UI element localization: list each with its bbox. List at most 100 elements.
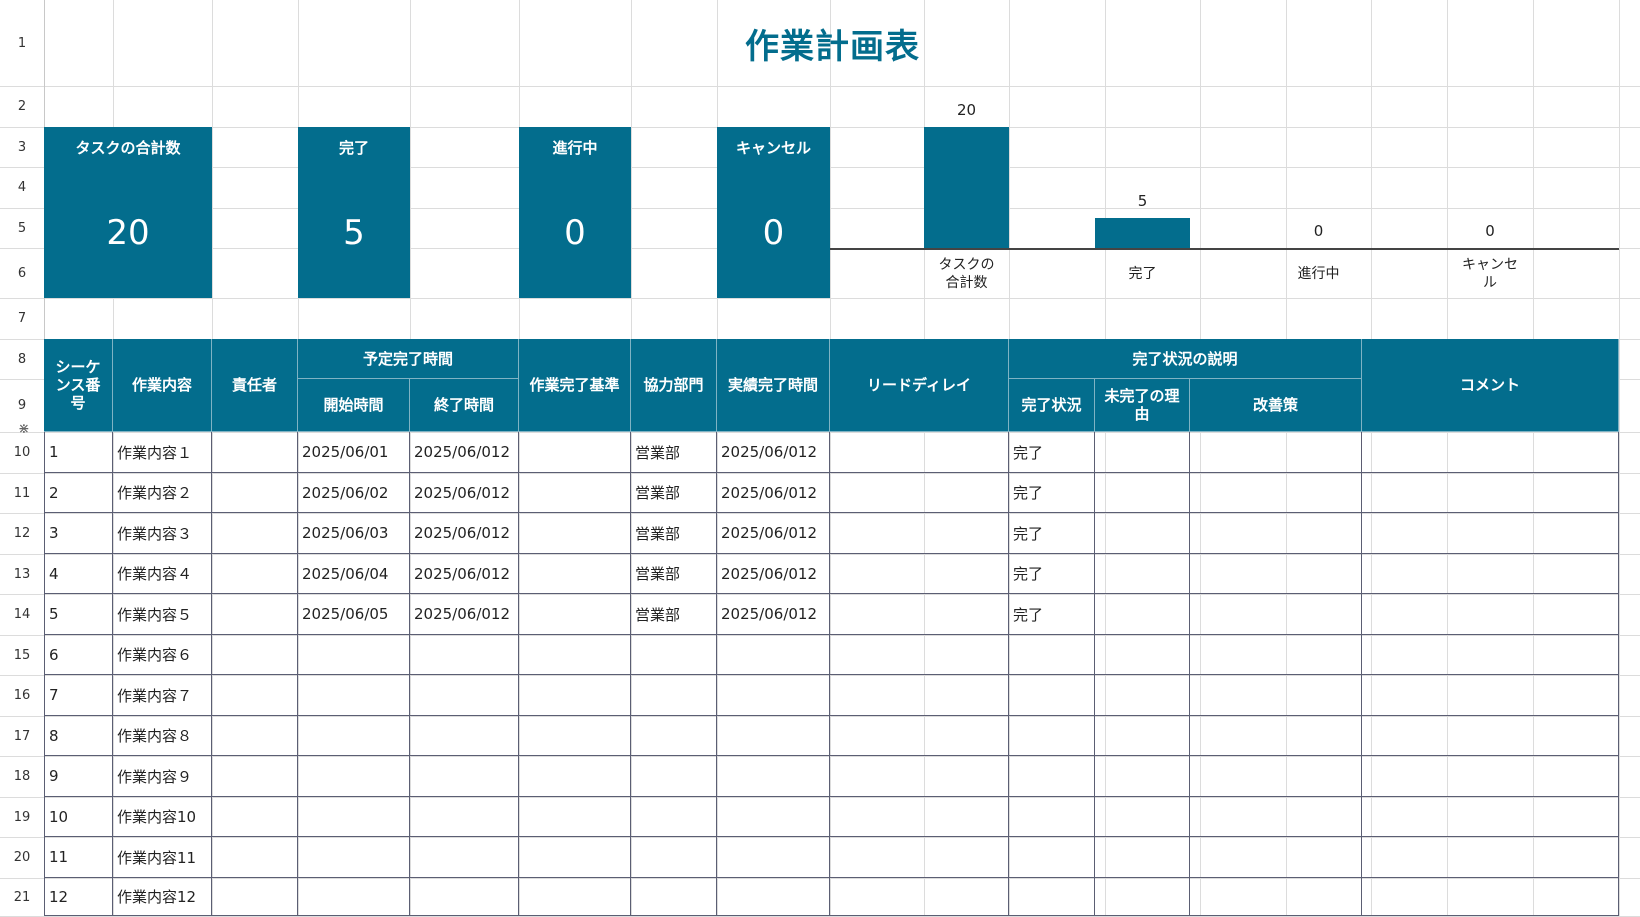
row-number[interactable]: 10 bbox=[0, 432, 44, 473]
row-number[interactable]: 14 bbox=[0, 594, 44, 635]
table-cell-criteria[interactable] bbox=[519, 432, 631, 473]
table-cell-actual[interactable] bbox=[717, 675, 830, 716]
table-cell-improve[interactable] bbox=[1190, 513, 1362, 554]
table-cell-end[interactable]: 2025/06/012 bbox=[410, 594, 519, 635]
table-cell-reason[interactable] bbox=[1095, 635, 1190, 675]
table-cell-reason[interactable] bbox=[1095, 432, 1190, 473]
table-cell-dept[interactable]: 営業部 bbox=[631, 554, 717, 594]
table-cell-criteria[interactable] bbox=[519, 756, 631, 797]
table-cell-end[interactable]: 2025/06/012 bbox=[410, 432, 519, 473]
table-cell-status[interactable] bbox=[1009, 878, 1095, 916]
table-cell-dept[interactable] bbox=[631, 878, 717, 916]
header-end-time[interactable]: 終了時間 bbox=[410, 379, 519, 432]
table-cell-status[interactable]: 完了 bbox=[1009, 554, 1095, 594]
table-cell-content[interactable]: 作業内容12 bbox=[113, 878, 212, 916]
table-cell-start[interactable] bbox=[298, 797, 410, 837]
table-cell-seq[interactable]: 10 bbox=[44, 797, 113, 837]
row-number[interactable]: 12 bbox=[0, 513, 44, 554]
table-cell-comment[interactable] bbox=[1362, 635, 1619, 675]
table-cell-criteria[interactable] bbox=[519, 797, 631, 837]
table-cell-content[interactable]: 作業内容７ bbox=[113, 675, 212, 716]
row-number[interactable]: 13 bbox=[0, 554, 44, 594]
table-cell-reason[interactable] bbox=[1095, 513, 1190, 554]
table-cell-comment[interactable] bbox=[1362, 716, 1619, 756]
table-cell-start[interactable]: 2025/06/01 bbox=[298, 432, 410, 473]
table-cell-end[interactable] bbox=[410, 878, 519, 916]
table-cell-owner[interactable] bbox=[212, 554, 298, 594]
table-cell-end[interactable]: 2025/06/012 bbox=[410, 473, 519, 513]
table-cell-lead[interactable] bbox=[830, 878, 1009, 916]
table-cell-dept[interactable] bbox=[631, 837, 717, 878]
table-cell-lead[interactable] bbox=[830, 635, 1009, 675]
table-cell-comment[interactable] bbox=[1362, 432, 1619, 473]
table-cell-comment[interactable] bbox=[1362, 513, 1619, 554]
table-cell-criteria[interactable] bbox=[519, 554, 631, 594]
row-number[interactable]: 18 bbox=[0, 756, 44, 797]
table-cell-criteria[interactable] bbox=[519, 675, 631, 716]
table-cell-reason[interactable] bbox=[1095, 837, 1190, 878]
table-cell-start[interactable] bbox=[298, 837, 410, 878]
header-comment[interactable]: コメント bbox=[1362, 339, 1619, 432]
table-cell-end[interactable]: 2025/06/012 bbox=[410, 554, 519, 594]
table-cell-seq[interactable]: 6 bbox=[44, 635, 113, 675]
row-number[interactable]: 3 bbox=[0, 127, 44, 167]
table-cell-comment[interactable] bbox=[1362, 594, 1619, 635]
row-number[interactable]: 1 bbox=[0, 0, 44, 86]
table-cell-owner[interactable] bbox=[212, 594, 298, 635]
table-cell-status[interactable]: 完了 bbox=[1009, 432, 1095, 473]
table-cell-content[interactable]: 作業内容９ bbox=[113, 756, 212, 797]
table-cell-owner[interactable] bbox=[212, 716, 298, 756]
table-cell-comment[interactable] bbox=[1362, 473, 1619, 513]
header-lead-delay[interactable]: リードディレイ bbox=[830, 339, 1009, 432]
header-sequence-number[interactable]: シーケ ンス番号 bbox=[44, 339, 113, 432]
table-cell-seq[interactable]: 11 bbox=[44, 837, 113, 878]
sheet-title[interactable]: 作業計画表 bbox=[45, 0, 1620, 86]
table-cell-end[interactable] bbox=[410, 675, 519, 716]
table-cell-actual[interactable]: 2025/06/012 bbox=[717, 554, 830, 594]
header-start-time[interactable]: 開始時間 bbox=[298, 379, 410, 432]
table-cell-lead[interactable] bbox=[830, 756, 1009, 797]
table-cell-seq[interactable]: 1 bbox=[44, 432, 113, 473]
table-cell-content[interactable]: 作業内容８ bbox=[113, 716, 212, 756]
table-cell-lead[interactable] bbox=[830, 716, 1009, 756]
table-cell-owner[interactable] bbox=[212, 797, 298, 837]
table-cell-improve[interactable] bbox=[1190, 797, 1362, 837]
table-cell-reason[interactable] bbox=[1095, 554, 1190, 594]
table-cell-content[interactable]: 作業内容３ bbox=[113, 513, 212, 554]
table-cell-lead[interactable] bbox=[830, 513, 1009, 554]
table-cell-content[interactable]: 作業内容５ bbox=[113, 594, 212, 635]
table-cell-content[interactable]: 作業内容10 bbox=[113, 797, 212, 837]
table-cell-seq[interactable]: 2 bbox=[44, 473, 113, 513]
table-cell-seq[interactable]: 8 bbox=[44, 716, 113, 756]
table-cell-status[interactable]: 完了 bbox=[1009, 513, 1095, 554]
table-cell-start[interactable] bbox=[298, 635, 410, 675]
table-cell-status[interactable] bbox=[1009, 635, 1095, 675]
table-cell-criteria[interactable] bbox=[519, 837, 631, 878]
table-cell-criteria[interactable] bbox=[519, 594, 631, 635]
header-status-description[interactable]: 完了状況の説明 bbox=[1009, 339, 1362, 379]
table-cell-dept[interactable]: 営業部 bbox=[631, 432, 717, 473]
header-owner[interactable]: 責任者 bbox=[212, 339, 298, 432]
table-cell-lead[interactable] bbox=[830, 432, 1009, 473]
table-cell-start[interactable]: 2025/06/03 bbox=[298, 513, 410, 554]
table-cell-status[interactable] bbox=[1009, 756, 1095, 797]
table-cell-comment[interactable] bbox=[1362, 675, 1619, 716]
table-cell-improve[interactable] bbox=[1190, 432, 1362, 473]
table-cell-reason[interactable] bbox=[1095, 473, 1190, 513]
table-cell-dept[interactable] bbox=[631, 797, 717, 837]
table-cell-start[interactable]: 2025/06/02 bbox=[298, 473, 410, 513]
table-cell-content[interactable]: 作業内容11 bbox=[113, 837, 212, 878]
table-cell-actual[interactable]: 2025/06/012 bbox=[717, 513, 830, 554]
table-cell-status[interactable] bbox=[1009, 675, 1095, 716]
table-cell-improve[interactable] bbox=[1190, 837, 1362, 878]
header-incomplete-reason[interactable]: 未完了の理由 bbox=[1095, 379, 1190, 432]
table-cell-actual[interactable]: 2025/06/012 bbox=[717, 473, 830, 513]
table-cell-content[interactable]: 作業内容１ bbox=[113, 432, 212, 473]
table-cell-start[interactable]: 2025/06/04 bbox=[298, 554, 410, 594]
table-cell-comment[interactable] bbox=[1362, 554, 1619, 594]
table-cell-dept[interactable] bbox=[631, 635, 717, 675]
table-cell-actual[interactable]: 2025/06/012 bbox=[717, 432, 830, 473]
table-cell-lead[interactable] bbox=[830, 473, 1009, 513]
header-completion-criteria[interactable]: 作業完了基準 bbox=[519, 339, 631, 432]
table-cell-status[interactable]: 完了 bbox=[1009, 594, 1095, 635]
